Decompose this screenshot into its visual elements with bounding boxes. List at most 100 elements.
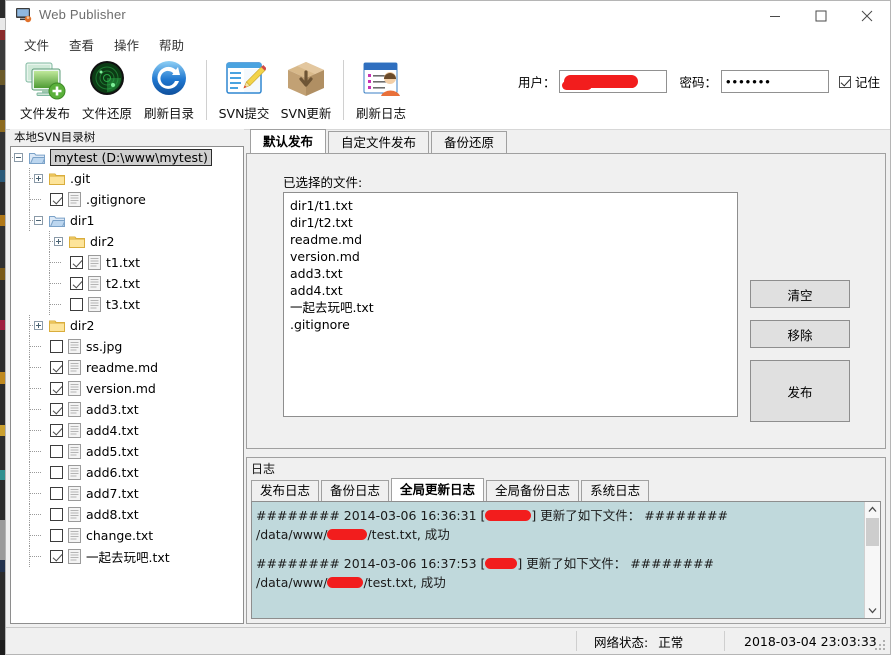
tree-guide-line xyxy=(29,367,41,368)
toolbar-button-restore-file[interactable]: 文件还原 xyxy=(76,56,138,128)
selected-file-item[interactable]: readme.md xyxy=(290,231,737,248)
selected-file-item[interactable]: add3.txt xyxy=(290,265,737,282)
tree-expander-plus-icon[interactable] xyxy=(54,237,63,246)
tab-default-publish[interactable]: 默认发布 xyxy=(250,129,327,153)
tree-node[interactable]: .git xyxy=(11,168,243,189)
tree-guide-line xyxy=(29,378,30,399)
tree-node[interactable]: dir2 xyxy=(11,315,243,336)
tree-node-checkbox[interactable] xyxy=(50,340,63,353)
file-icon xyxy=(88,276,101,291)
log-tab-global-update[interactable]: 全局更新日志 xyxy=(391,478,485,501)
tree-node[interactable]: .gitignore xyxy=(11,189,243,210)
scroll-down-icon[interactable] xyxy=(865,603,880,618)
status-datetime: 2018-03-04 23:03:33 xyxy=(744,633,877,649)
password-input[interactable]: ••••••• xyxy=(720,70,829,93)
tree-node[interactable]: t1.txt xyxy=(11,252,243,273)
tree-node-checkbox[interactable] xyxy=(50,193,63,206)
publish-button[interactable]: 发布 xyxy=(750,360,850,422)
log-text-area[interactable]: ######## 2014-03-06 16:36:31 [] 更新了如下文件：… xyxy=(251,501,881,619)
resize-grip[interactable] xyxy=(875,640,887,652)
tree-node[interactable]: add7.txt xyxy=(11,483,243,504)
tree-node[interactable]: dir2 xyxy=(11,231,243,252)
tree-guide-line xyxy=(29,451,41,452)
tree-node-checkbox[interactable] xyxy=(50,445,63,458)
tree-node[interactable]: 一起去玩吧.txt xyxy=(11,546,243,567)
log-tab-global-backup[interactable]: 全局备份日志 xyxy=(486,480,580,501)
log-scrollbar[interactable] xyxy=(864,502,880,618)
tree-node[interactable]: t2.txt xyxy=(11,273,243,294)
minimize-button[interactable] xyxy=(752,1,798,31)
user-input[interactable] xyxy=(559,70,668,93)
log-redaction-mark xyxy=(327,577,364,588)
tree-node-checkbox[interactable] xyxy=(50,550,63,563)
tree-node[interactable]: version.md xyxy=(11,378,243,399)
maximize-button[interactable] xyxy=(798,1,844,31)
tree-guide-line xyxy=(29,346,41,347)
tree-node[interactable]: ss.jpg xyxy=(11,336,243,357)
tree-node[interactable]: add6.txt xyxy=(11,462,243,483)
tree-node[interactable]: add3.txt xyxy=(11,399,243,420)
tree-node-checkbox[interactable] xyxy=(70,277,83,290)
tree-node[interactable]: add5.txt xyxy=(11,441,243,462)
clear-button[interactable]: 清空 xyxy=(750,280,850,308)
tree-node-checkbox[interactable] xyxy=(50,466,63,479)
tree-expander-plus-icon[interactable] xyxy=(34,321,43,330)
tree-guide-line xyxy=(29,441,30,462)
tree-node-label: t2.txt xyxy=(106,276,141,291)
menu-view[interactable]: 查看 xyxy=(59,33,104,56)
log-tab-backup[interactable]: 备份日志 xyxy=(321,480,390,501)
tree-expander-minus-icon[interactable] xyxy=(14,153,23,162)
selected-file-item[interactable]: .gitignore xyxy=(290,316,737,333)
toolbar-button-publish-file[interactable]: 文件发布 xyxy=(14,56,76,128)
log-scrollbar-thumb[interactable] xyxy=(866,518,879,546)
tree-expander-minus-icon[interactable] xyxy=(34,216,43,225)
tree-node-label: .gitignore xyxy=(86,192,146,207)
menu-help[interactable]: 帮助 xyxy=(149,33,194,56)
tree-node-checkbox[interactable] xyxy=(50,487,63,500)
toolbar-button-svn-commit[interactable]: SVN提交 xyxy=(213,56,275,128)
toolbar-button-refresh-log[interactable]: 刷新日志 xyxy=(350,56,412,128)
tree-node[interactable]: dir1 xyxy=(11,210,243,231)
selected-file-item[interactable]: add4.txt xyxy=(290,282,737,299)
content-area: 本地SVN目录树 mytest (D:\www\mytest) .git .giti… xyxy=(6,129,890,628)
tree-node-checkbox[interactable] xyxy=(50,424,63,437)
tree-node-checkbox[interactable] xyxy=(50,529,63,542)
log-tab-publish[interactable]: 发布日志 xyxy=(251,480,320,501)
tree-guide-line xyxy=(29,210,30,231)
tree-expander-plus-icon[interactable] xyxy=(34,174,43,183)
tree-node-checkbox[interactable] xyxy=(70,298,83,311)
tree-node[interactable]: change.txt xyxy=(11,525,243,546)
remove-button[interactable]: 移除 xyxy=(750,320,850,348)
tree-node[interactable]: t3.txt xyxy=(11,294,243,315)
selected-file-item[interactable]: dir1/t2.txt xyxy=(290,214,737,231)
selected-files-list[interactable]: dir1/t1.txt dir1/t2.txt readme.md version.m… xyxy=(283,192,738,417)
tree-node[interactable]: mytest (D:\www\mytest) xyxy=(11,147,243,168)
tree-node[interactable]: add8.txt xyxy=(11,504,243,525)
tree-node-checkbox[interactable] xyxy=(50,403,63,416)
svn-directory-tree[interactable]: mytest (D:\www\mytest) .git .gitignore dir1… xyxy=(10,146,244,624)
menu-operation[interactable]: 操作 xyxy=(104,33,149,56)
tree-guide-line xyxy=(29,315,30,336)
tree-node-checkbox[interactable] xyxy=(50,382,63,395)
tree-node-checkbox[interactable] xyxy=(50,508,63,521)
scroll-up-icon[interactable] xyxy=(865,502,880,517)
toolbar-button-refresh-directory[interactable]: 刷新目录 xyxy=(138,56,200,128)
tree-node[interactable]: readme.md xyxy=(11,357,243,378)
selected-files-label: 已选择的文件: xyxy=(283,175,363,190)
selected-file-item[interactable]: dir1/t1.txt xyxy=(290,197,737,214)
log-tab-system[interactable]: 系统日志 xyxy=(581,480,650,501)
toolbar-button-svn-update[interactable]: SVN更新 xyxy=(275,56,337,128)
publish-file-icon xyxy=(23,58,67,102)
tab-custom-file-publish[interactable]: 自定文件发布 xyxy=(328,131,430,153)
tree-node-label: .git xyxy=(70,171,91,186)
remember-checkbox[interactable]: 记住 xyxy=(838,72,880,91)
tree-node-checkbox[interactable] xyxy=(70,256,83,269)
close-button[interactable] xyxy=(844,1,890,31)
selected-file-item[interactable]: version.md xyxy=(290,248,737,265)
remember-label: 记住 xyxy=(854,75,880,90)
selected-file-item[interactable]: 一起去玩吧.txt xyxy=(290,299,737,316)
tree-node[interactable]: add4.txt xyxy=(11,420,243,441)
tab-backup-restore[interactable]: 备份还原 xyxy=(431,131,508,153)
tree-node-checkbox[interactable] xyxy=(50,361,63,374)
menu-file[interactable]: 文件 xyxy=(14,33,59,56)
